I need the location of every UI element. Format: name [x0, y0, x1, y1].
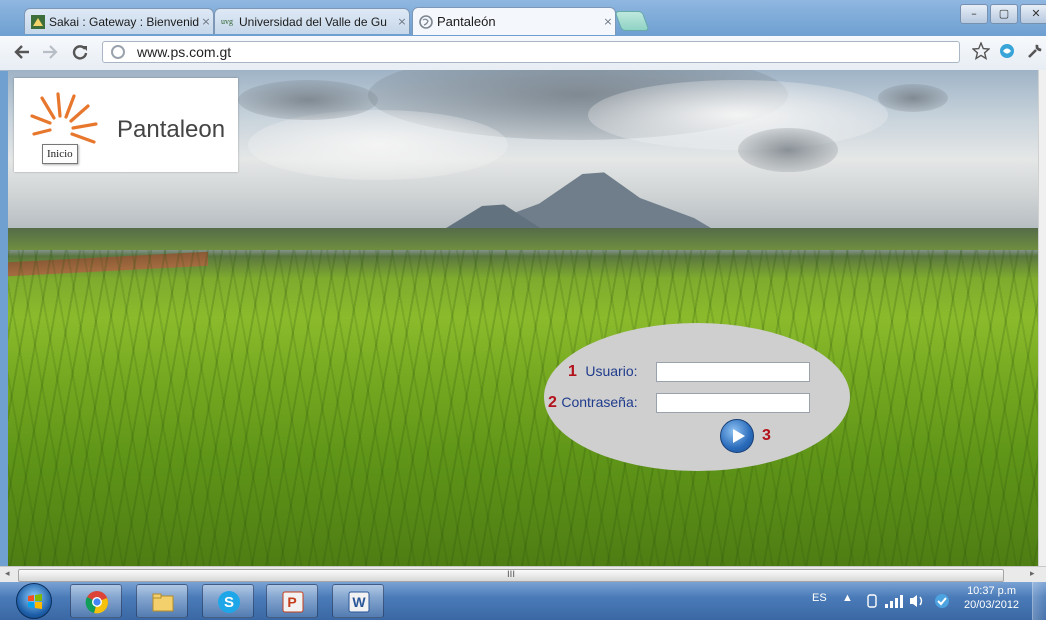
- crop-rows: [8, 250, 1038, 566]
- taskbar-word[interactable]: W: [332, 584, 384, 618]
- username-label: Usuario:: [585, 363, 638, 379]
- username-row: 1 Usuario:: [568, 363, 638, 381]
- globe-favicon-icon: [419, 14, 433, 29]
- taskbar-chrome[interactable]: [70, 584, 122, 618]
- step-number: 2: [548, 394, 557, 411]
- sakai-favicon-icon: [31, 14, 45, 29]
- username-input[interactable]: [656, 362, 810, 382]
- play-arrow-icon: [733, 429, 745, 443]
- pantaleon-logo-icon: [30, 92, 98, 144]
- star-icon: [971, 41, 991, 60]
- cloud-shape: [738, 128, 838, 172]
- taskbar-powerpoint[interactable]: P: [266, 584, 318, 618]
- svg-text:S: S: [224, 594, 234, 611]
- cloud-shape: [878, 84, 948, 112]
- password-input[interactable]: [656, 393, 810, 413]
- network-signal-icon[interactable]: [884, 593, 904, 609]
- scrollbar-thumb[interactable]: III: [18, 569, 1004, 582]
- logo-wordmark: Pantaleon: [117, 116, 226, 143]
- powerpoint-icon: P: [282, 591, 304, 613]
- step-number: 1: [568, 363, 577, 380]
- taskbar-skype[interactable]: S: [202, 584, 254, 618]
- maximize-button[interactable]: ▢: [990, 4, 1018, 24]
- reload-icon: [72, 45, 88, 60]
- scrollbar-grip: III: [507, 570, 515, 580]
- word-icon: W: [348, 591, 370, 613]
- tab-pantaleon[interactable]: Pantaleón ×: [412, 7, 616, 35]
- show-hidden-icons-icon[interactable]: ▲: [842, 592, 853, 604]
- window-controls: – ▢ ✕: [958, 4, 1046, 24]
- forward-button[interactable]: [40, 43, 60, 63]
- logo-card[interactable]: Pantaleon Inicio: [14, 78, 238, 172]
- vertical-scrollbar[interactable]: [1038, 70, 1046, 566]
- tab-close-icon[interactable]: ×: [199, 15, 213, 28]
- wrench-menu-button[interactable]: [1026, 42, 1044, 65]
- login-panel: 1 Usuario: 2 Contraseña: 3: [544, 323, 850, 471]
- skype-icon: S: [218, 591, 240, 613]
- login-submit-button[interactable]: [720, 419, 754, 453]
- show-desktop-button[interactable]: [1032, 582, 1046, 620]
- windows-logo-icon: [28, 594, 42, 609]
- svg-text:P: P: [287, 594, 296, 610]
- start-button[interactable]: [16, 583, 52, 619]
- usb-device-icon[interactable]: [866, 593, 878, 609]
- back-arrow-icon: [14, 45, 29, 59]
- clock-date: 20/03/2012: [964, 599, 1020, 611]
- back-button[interactable]: [12, 43, 32, 63]
- taskbar-file-explorer[interactable]: [136, 584, 188, 618]
- cloud-shape: [248, 110, 508, 180]
- wrench-icon: [1028, 44, 1042, 58]
- globe-icon: [111, 45, 125, 59]
- browser-toolbar: www.ps.com.gt: [0, 36, 1046, 71]
- tab-title: Pantaleón: [437, 14, 496, 29]
- cloud-shape: [238, 80, 378, 120]
- tab-title: Universidad del Valle de Gu: [239, 14, 387, 29]
- security-shield-icon[interactable]: [934, 593, 950, 609]
- scroll-right-arrow-icon[interactable]: ▸: [1030, 569, 1035, 579]
- extension-button[interactable]: [998, 42, 1016, 65]
- tab-close-icon[interactable]: ×: [601, 15, 615, 28]
- chrome-icon: [85, 591, 108, 614]
- volume-icon[interactable]: [908, 593, 926, 609]
- clock[interactable]: 10:37 p.m 20/03/2012: [964, 584, 1019, 612]
- browser-tab-strip: Sakai : Gateway : Bienvenid × uvg Univer…: [0, 0, 1046, 36]
- taskbar: S P W ES ▲ 10:37 p.m 20/03/2012: [0, 582, 1046, 620]
- close-window-button[interactable]: ✕: [1020, 4, 1046, 24]
- cloud-shape: [588, 80, 888, 150]
- file-explorer-icon: [152, 593, 174, 612]
- address-bar[interactable]: www.ps.com.gt: [102, 41, 960, 63]
- svg-text:W: W: [352, 594, 366, 610]
- language-indicator[interactable]: ES: [812, 592, 827, 604]
- extension-icon: [1000, 44, 1014, 58]
- tab-sakai[interactable]: Sakai : Gateway : Bienvenid ×: [24, 8, 214, 34]
- password-label: Contraseña:: [561, 394, 638, 410]
- tab-uvg[interactable]: uvg Universidad del Valle de Gu ×: [214, 8, 410, 34]
- bookmark-star-button[interactable]: [971, 41, 991, 65]
- treeline: [8, 228, 1038, 250]
- step-number: 3: [762, 427, 771, 444]
- forward-arrow-icon: [43, 45, 58, 59]
- minimize-button[interactable]: –: [960, 4, 988, 24]
- uvg-favicon-icon: uvg: [221, 16, 233, 26]
- scroll-left-arrow-icon[interactable]: ◂: [5, 569, 10, 579]
- clock-time: 10:37 p.m: [967, 585, 1016, 597]
- reload-button[interactable]: [70, 43, 90, 63]
- new-tab-button[interactable]: [614, 11, 650, 31]
- tab-close-icon[interactable]: ×: [395, 15, 409, 28]
- page-viewport: Pantaleon Inicio 1 Usuario: 2 Contraseña…: [8, 70, 1038, 566]
- url-text: www.ps.com.gt: [137, 44, 232, 60]
- password-row: 2 Contraseña:: [548, 394, 638, 412]
- tab-title: Sakai : Gateway : Bienvenid: [49, 14, 199, 29]
- tooltip: Inicio: [42, 144, 78, 164]
